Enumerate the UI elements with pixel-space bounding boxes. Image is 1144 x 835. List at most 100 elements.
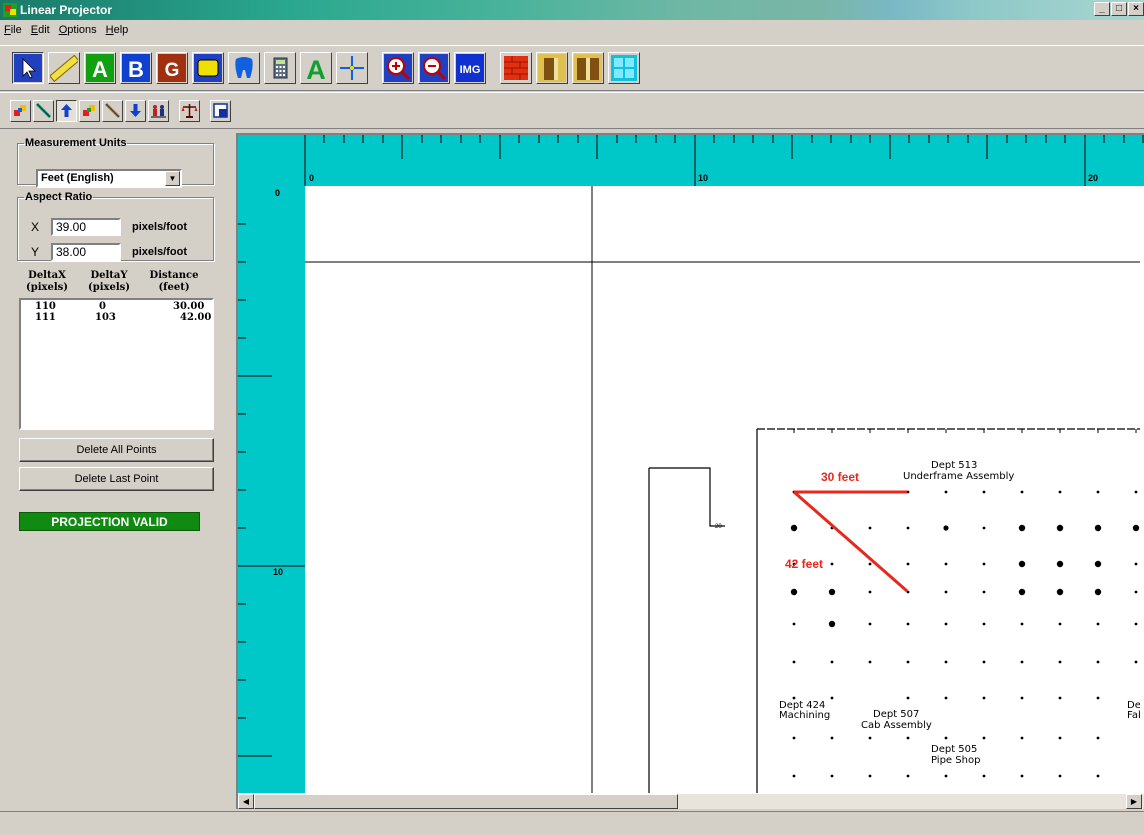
diagonal-line-button[interactable] (33, 99, 54, 122)
door-tool-button[interactable] (536, 52, 568, 84)
label-a-button[interactable]: A (84, 52, 116, 84)
svg-text:B: B (128, 57, 144, 82)
measure-points-button[interactable] (10, 99, 31, 122)
tooth-tool-button[interactable] (228, 52, 260, 84)
vertical-ruler: 0 10 (238, 186, 305, 801)
ruler-label-left-10: 10 (273, 567, 284, 577)
projection-status-badge: PROJECTION VALID (19, 512, 200, 531)
zoom-in-button[interactable] (382, 52, 414, 84)
menu-edit[interactable]: Edit (31, 24, 50, 36)
aspect-ratio-legend: Aspect Ratio (25, 191, 93, 203)
minimize-button[interactable]: _ (1094, 2, 1110, 16)
zoom-out-icon (420, 54, 448, 82)
window-title: Linear Projector (20, 3, 113, 17)
scrollbar-thumb[interactable] (254, 794, 678, 809)
x-pixels-input[interactable]: 39.00 (51, 218, 121, 236)
y-pixels-input[interactable]: 38.00 (51, 243, 121, 261)
y-unit-label: pixels/foot (132, 246, 188, 258)
zoom-out-button[interactable] (418, 52, 450, 84)
double-door-tool-button[interactable] (572, 52, 604, 84)
crosshair-tool-button[interactable] (336, 52, 368, 84)
floorplan-drawing[interactable]: 20 30 feet 42 feet Dept 513 Underframe A… (305, 186, 1144, 795)
list-item[interactable]: 110 0 30.00 (21, 301, 212, 312)
svg-text:20: 20 (715, 524, 722, 530)
scale-balance-icon (181, 104, 198, 118)
title-bar[interactable]: Linear Projector _ □ × (0, 0, 1144, 20)
delete-all-points-button[interactable]: Delete All Points (19, 438, 214, 462)
dept-513-name: Underframe Assembly (903, 471, 1014, 482)
measure-points-alt-button[interactable] (79, 99, 100, 122)
app-window: Linear Projector _ □ × File Edit Options… (0, 0, 1144, 835)
diagonal-line-alt-button[interactable] (102, 99, 123, 122)
double-door-icon (574, 54, 602, 82)
dept-505-name: Pipe Shop (931, 755, 980, 766)
brick-wall-icon (504, 56, 528, 80)
list-item[interactable]: 111 103 42.00 (21, 312, 212, 323)
svg-text:A: A (306, 55, 326, 82)
main-toolbar: A B G A IMG (0, 45, 1144, 91)
units-select[interactable]: Feet (English) ▼ (36, 169, 182, 188)
select-tool-button[interactable] (12, 52, 44, 84)
points-alt-icon (83, 105, 95, 116)
close-button[interactable]: × (1128, 2, 1144, 16)
horizontal-scrollbar[interactable]: ◀ ▶ (238, 793, 1144, 809)
text-tool-button[interactable]: A (300, 52, 332, 84)
label-g-button[interactable]: G (156, 52, 188, 84)
arrow-down-icon (130, 104, 141, 117)
calculator-icon (273, 57, 288, 79)
dept-513-label: Dept 513 (931, 460, 977, 471)
image-button[interactable]: IMG (454, 52, 486, 84)
diagonal-line-alt-icon (104, 102, 121, 119)
highlight-tool-button[interactable] (192, 52, 224, 84)
maximize-button[interactable]: □ (1111, 2, 1127, 16)
scale-button[interactable] (179, 99, 200, 122)
down-arrow-button[interactable] (125, 99, 146, 122)
label-b-button[interactable]: B (120, 52, 152, 84)
tooth-icon (235, 57, 253, 78)
dropdown-arrow-icon[interactable]: ▼ (165, 171, 180, 186)
scroll-left-arrow-icon[interactable]: ◀ (238, 794, 254, 809)
x-unit-label: pixels/foot (132, 221, 188, 233)
aspect-ratio-group: Aspect Ratio X 39.00 pixels/foot Y 38.00… (17, 191, 214, 261)
people-button[interactable] (148, 99, 169, 122)
ruler-label-left-0: 0 (275, 188, 281, 198)
points-icon (14, 105, 26, 116)
up-arrow-button[interactable] (56, 99, 77, 122)
frame-icon (213, 103, 228, 118)
svg-text:A: A (92, 57, 108, 82)
dept-505-label: Dept 505 (931, 744, 977, 755)
units-select-value: Feet (English) (41, 172, 114, 184)
menu-file[interactable]: File (4, 24, 22, 36)
left-panel: Measurement Units Feet (English) ▼ Aspec… (0, 131, 234, 809)
menu-bar: File Edit Options Help (0, 20, 1144, 40)
measurement-line-42ft[interactable] (793, 490, 908, 593)
people-icon (151, 105, 166, 118)
dept-424-name: Machining (779, 710, 830, 721)
svg-text:IMG: IMG (460, 64, 481, 76)
frame-button[interactable] (210, 99, 231, 122)
diagonal-line-icon (35, 102, 52, 119)
crosshair-icon (340, 56, 364, 80)
drawing-canvas[interactable]: 0 10 20 0 10 20 30 feet 42 feet Dept 513… (236, 133, 1144, 809)
measurements-list[interactable]: 110 0 30.00 111 103 42.00 (19, 298, 214, 430)
delete-last-point-button[interactable]: Delete Last Point (19, 467, 214, 491)
ruler-tool-button[interactable] (48, 52, 80, 84)
letter-b-icon: B (122, 54, 150, 82)
ruler-icon (50, 54, 78, 82)
yellow-box-icon (194, 54, 222, 82)
dept-507-name: Cab Assembly (861, 720, 932, 731)
door-icon (538, 54, 566, 82)
label-30-feet: 30 feet (821, 470, 859, 484)
status-bar (0, 811, 1144, 835)
window-pane-icon (611, 55, 637, 81)
ruler-label-20: 20 (1088, 173, 1099, 183)
menu-options[interactable]: Options (59, 24, 97, 36)
wall-tool-button[interactable] (500, 52, 532, 84)
scroll-right-arrow-icon[interactable]: ▶ (1126, 794, 1142, 809)
menu-help[interactable]: Help (106, 24, 129, 36)
y-label: Y (31, 245, 40, 259)
calculator-button[interactable] (264, 52, 296, 84)
deltay-header: DeltaY (pixels) (87, 270, 130, 293)
deltax-header: DeltaX (pixels) (25, 270, 68, 293)
window-tool-button[interactable] (608, 52, 640, 84)
